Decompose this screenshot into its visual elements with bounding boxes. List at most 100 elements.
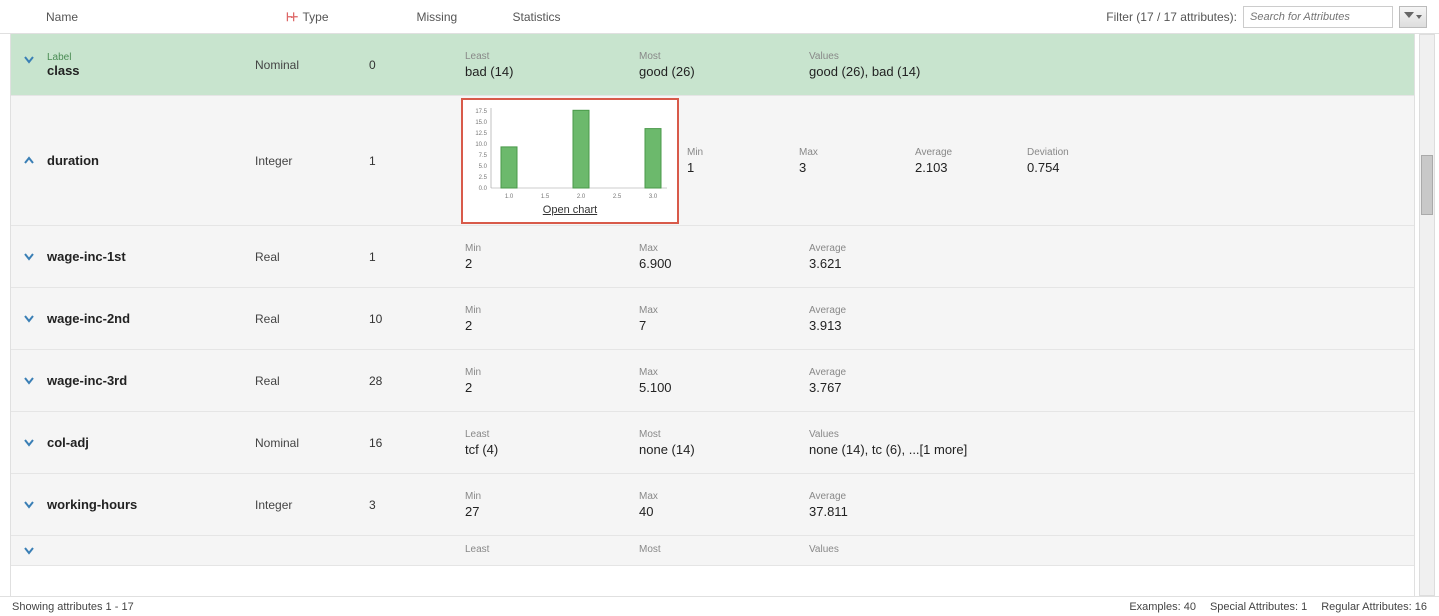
attr-type: Nominal — [255, 58, 369, 72]
stat-value: 0.754 — [1027, 160, 1167, 175]
table-row[interactable]: wage-inc-2nd Real 10 Min2 Max7 Average3.… — [11, 288, 1414, 350]
stat-label: Min — [687, 147, 799, 158]
stat-value: bad (14) — [465, 64, 639, 79]
column-resize-handle-icon[interactable]: ⊦·⊦ — [280, 10, 303, 24]
stat-value: none (14) — [639, 442, 809, 457]
expand-toggle[interactable] — [21, 373, 37, 389]
col-header-missing[interactable]: Missing — [417, 10, 513, 24]
svg-text:17.5: 17.5 — [475, 109, 487, 115]
open-chart-link[interactable]: Open chart — [543, 204, 597, 216]
stat-label: Most — [639, 544, 809, 555]
stat-label: Average — [809, 491, 1414, 502]
table-row[interactable]: Least Most Values — [11, 536, 1414, 566]
stat-label: Most — [639, 51, 809, 62]
svg-text:3.0: 3.0 — [649, 194, 658, 200]
stat-label: Max — [639, 367, 809, 378]
attr-type: Real — [255, 250, 369, 264]
status-special: Special Attributes: 1 — [1210, 601, 1307, 613]
stat-label: Average — [915, 147, 1027, 158]
expand-toggle[interactable] — [21, 311, 37, 327]
status-bar: Showing attributes 1 - 17 Examples: 40 S… — [0, 596, 1439, 616]
attr-name: wage-inc-3rd — [47, 373, 127, 388]
attr-type: Real — [255, 374, 369, 388]
stat-label: Min — [465, 243, 639, 254]
attr-missing: 28 — [369, 374, 465, 388]
table-row[interactable]: wage-inc-1st Real 1 Min2 Max6.900 Averag… — [11, 226, 1414, 288]
filter-area: Filter (17 / 17 attributes): — [1106, 6, 1427, 28]
status-showing: Showing attributes 1 - 17 — [12, 601, 134, 613]
col-header-type[interactable]: Type — [303, 10, 417, 24]
vertical-scrollbar[interactable] — [1419, 34, 1435, 596]
svg-text:5.0: 5.0 — [479, 164, 488, 170]
stat-value: 2.103 — [915, 160, 1027, 175]
table-row[interactable]: duration Integer 1 0.0 2.5 5.0 7.5 10.0 — [11, 96, 1414, 226]
expand-toggle[interactable] — [21, 52, 37, 68]
stat-value: good (26), bad (14) — [809, 64, 1414, 79]
stat-value: 2 — [465, 380, 639, 395]
bar — [645, 128, 661, 187]
attr-missing: 3 — [369, 498, 465, 512]
stat-value: 37.811 — [809, 504, 1414, 519]
scrollbar-thumb[interactable] — [1421, 155, 1433, 215]
attr-name: col-adj — [47, 435, 89, 450]
svg-text:2.5: 2.5 — [479, 175, 488, 181]
stat-value: good (26) — [639, 64, 809, 79]
collapse-toggle[interactable] — [21, 153, 37, 169]
filter-label: Filter (17 / 17 attributes): — [1106, 10, 1237, 24]
stat-label: Max — [799, 147, 915, 158]
svg-text:10.0: 10.0 — [475, 142, 487, 148]
expand-toggle[interactable] — [21, 435, 37, 451]
expand-toggle[interactable] — [21, 497, 37, 513]
table-row[interactable]: col-adj Nominal 16 Leasttcf (4) Mostnone… — [11, 412, 1414, 474]
stat-label: Min — [465, 367, 639, 378]
expand-toggle[interactable] — [21, 249, 37, 265]
table-row[interactable]: Label class Nominal 0 Leastbad (14) Most… — [11, 34, 1414, 96]
stat-label: Average — [809, 305, 1414, 316]
attr-missing: 10 — [369, 312, 465, 326]
attr-name: class — [47, 63, 80, 78]
svg-text:7.5: 7.5 — [479, 153, 488, 159]
stat-value: 3.621 — [809, 256, 1414, 271]
svg-text:15.0: 15.0 — [475, 120, 487, 126]
stat-value: 2 — [465, 256, 639, 271]
attr-missing: 1 — [369, 154, 465, 168]
stat-value: 27 — [465, 504, 639, 519]
stat-value: 6.900 — [639, 256, 809, 271]
table-row[interactable]: wage-inc-3rd Real 28 Min2 Max5.100 Avera… — [11, 350, 1414, 412]
stat-label: Least — [465, 429, 639, 440]
stat-label: Min — [465, 491, 639, 502]
stat-label: Max — [639, 305, 809, 316]
stat-label: Min — [465, 305, 639, 316]
table-row[interactable]: working-hours Integer 3 Min27 Max40 Aver… — [11, 474, 1414, 536]
filter-button[interactable] — [1399, 6, 1427, 28]
stat-label: Least — [465, 544, 639, 555]
col-header-name[interactable]: Name — [46, 10, 280, 24]
table-header: Name ⊦·⊦ Type Missing Statistics Filter … — [0, 0, 1439, 34]
stat-label: Values — [809, 51, 1414, 62]
attr-name: duration — [47, 153, 99, 168]
search-input[interactable] — [1243, 6, 1393, 28]
stat-label: Values — [809, 429, 1414, 440]
stat-label: Max — [639, 243, 809, 254]
stat-value: 3.767 — [809, 380, 1414, 395]
attributes-table: Label class Nominal 0 Leastbad (14) Most… — [10, 34, 1415, 596]
svg-text:1.5: 1.5 — [541, 194, 550, 200]
chevron-down-icon — [1416, 15, 1422, 19]
stat-label: Average — [809, 367, 1414, 378]
stat-value: tcf (4) — [465, 442, 639, 457]
expand-toggle[interactable] — [21, 543, 37, 559]
stat-value: none (14), tc (6), ...[1 more] — [809, 442, 1414, 457]
stat-value: 3.913 — [809, 318, 1414, 333]
col-header-statistics[interactable]: Statistics — [513, 10, 1073, 24]
attr-name: wage-inc-1st — [47, 249, 126, 264]
bar — [501, 146, 517, 187]
attr-type: Real — [255, 312, 369, 326]
status-regular: Regular Attributes: 16 — [1321, 601, 1427, 613]
svg-text:12.5: 12.5 — [475, 131, 487, 137]
stat-label: Average — [809, 243, 1414, 254]
attr-type: Nominal — [255, 436, 369, 450]
attr-type: Integer — [255, 154, 369, 168]
stat-label: Least — [465, 51, 639, 62]
stat-value: 3 — [799, 160, 915, 175]
svg-text:0.0: 0.0 — [479, 186, 488, 192]
